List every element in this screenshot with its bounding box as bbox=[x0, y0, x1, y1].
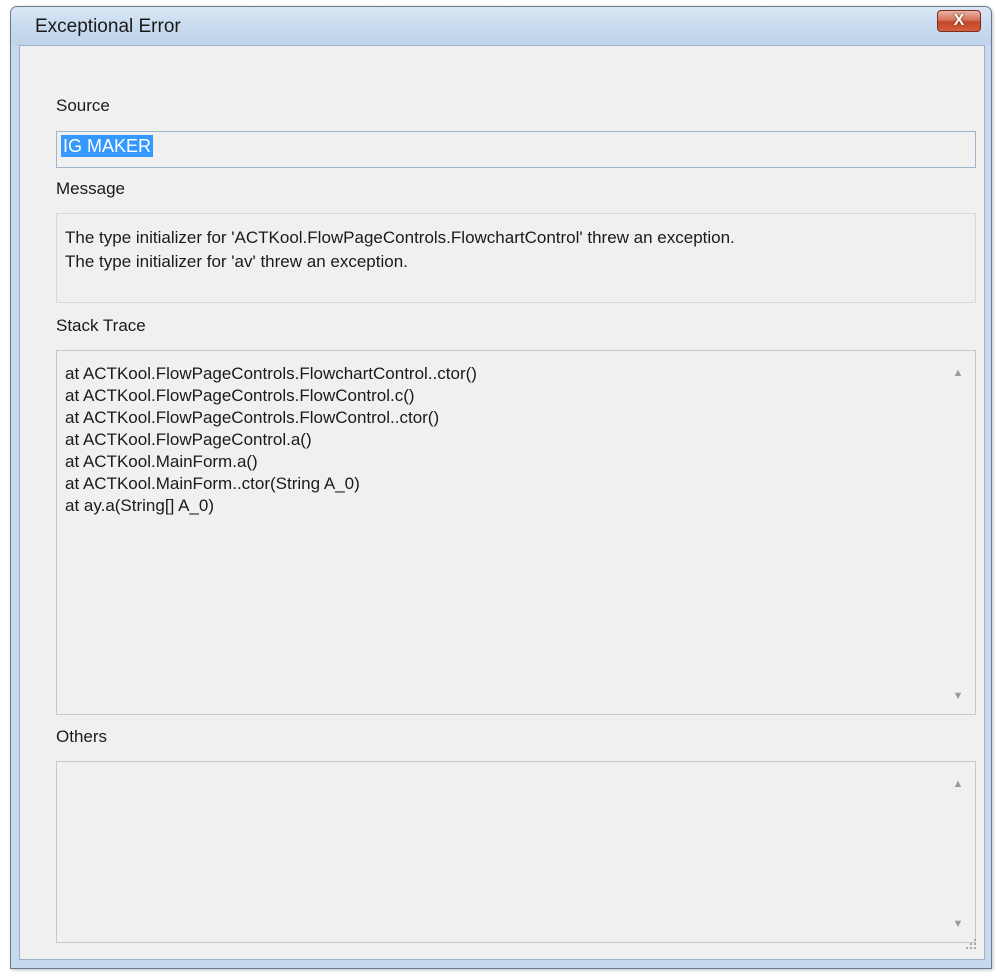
message-line: The type initializer for 'av' threw an e… bbox=[65, 252, 408, 271]
title-bar[interactable]: Exceptional Error X bbox=[11, 7, 991, 45]
chevron-up-icon[interactable]: ▲ bbox=[941, 770, 975, 798]
dialog-body: Source IG MAKER Message The type initial… bbox=[19, 45, 985, 960]
error-dialog: Exceptional Error X Source IG MAKER Mess… bbox=[10, 6, 992, 969]
chevron-down-icon[interactable]: ▼ bbox=[941, 682, 975, 710]
chevron-down-icon[interactable]: ▼ bbox=[941, 910, 975, 938]
window-title: Exceptional Error bbox=[35, 16, 181, 37]
stack-trace-text[interactable]: at ACTKool.FlowPageControls.FlowchartCon… bbox=[65, 363, 935, 517]
source-input[interactable]: IG MAKER bbox=[56, 131, 976, 168]
message-field[interactable]: The type initializer for 'ACTKool.FlowPa… bbox=[56, 213, 976, 303]
stack-trace-scrollbar[interactable]: ▲ ▼ bbox=[941, 351, 975, 714]
others-field[interactable]: ▲ ▼ bbox=[56, 761, 976, 943]
others-label: Others bbox=[56, 727, 108, 746]
chevron-up-icon[interactable]: ▲ bbox=[941, 359, 975, 387]
source-label: Source bbox=[56, 96, 110, 115]
resize-grip-icon[interactable] bbox=[962, 935, 976, 949]
stack-trace-field[interactable]: at ACTKool.FlowPageControls.FlowchartCon… bbox=[56, 350, 976, 715]
others-scrollbar[interactable]: ▲ ▼ bbox=[941, 762, 975, 942]
source-value[interactable]: IG MAKER bbox=[61, 135, 154, 157]
close-button[interactable]: X bbox=[937, 10, 981, 32]
close-icon: X bbox=[953, 12, 965, 29]
message-line: The type initializer for 'ACTKool.FlowPa… bbox=[65, 228, 735, 247]
stack-trace-label: Stack Trace bbox=[56, 316, 146, 335]
message-label: Message bbox=[56, 179, 125, 198]
